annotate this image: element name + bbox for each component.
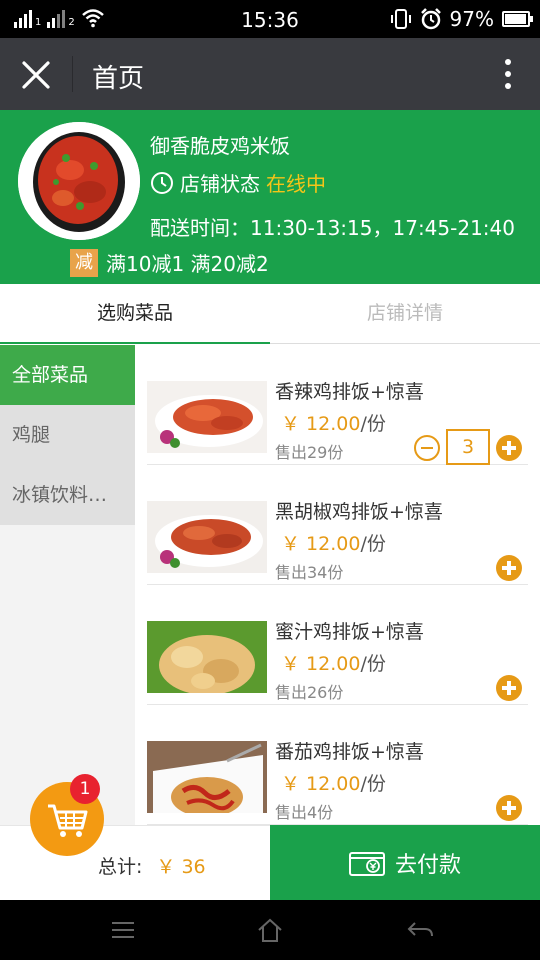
- dish-price: ￥ 12.00/份: [281, 529, 386, 556]
- dish-image: [147, 501, 267, 573]
- plus-icon[interactable]: [496, 555, 522, 581]
- battery-icon: [502, 11, 533, 27]
- dish-price: ￥ 12.00/份: [281, 649, 386, 676]
- menu-icon[interactable]: [108, 915, 138, 945]
- menu-item: 番茄鸡排饭+惊喜 ￥ 12.00/份 售出4份: [147, 705, 528, 825]
- battery-fill: [505, 14, 527, 24]
- sold-count: 售出26份: [275, 683, 344, 702]
- menu-item: 香辣鸡排饭+惊喜 ￥ 12.00/份 售出29份 3: [147, 345, 528, 465]
- category-sidebar: 全部菜品 鸡腿 冰镇饮料…: [0, 345, 135, 825]
- status-right: 97%: [390, 7, 533, 31]
- close-icon[interactable]: [20, 60, 52, 90]
- discount-badge: 减: [70, 248, 98, 277]
- dish-name: 香辣鸡排饭+惊喜: [275, 381, 424, 403]
- delivery-time: 配送时间：11:30-13:15，17:45-21:40: [150, 212, 515, 241]
- total: 总计: ￥ 36: [98, 852, 206, 879]
- tab-menu[interactable]: 选购菜品: [0, 284, 270, 344]
- nav-bar: [0, 900, 540, 960]
- price-unit: /份: [360, 533, 386, 555]
- promo-text: 满10减1 满20减2: [106, 252, 269, 276]
- promo: 减 满10减1 满20减2: [70, 248, 269, 277]
- category-drumstick[interactable]: 鸡腿: [0, 405, 135, 465]
- shop-name: 御香脆皮鸡米饭: [150, 134, 290, 158]
- menu-list: 香辣鸡排饭+惊喜 ￥ 12.00/份 售出29份 3 黑胡椒鸡排饭+惊喜 ￥ 1…: [135, 345, 540, 825]
- price-unit: /份: [360, 413, 386, 435]
- delivery-times: 11:30-13:15，17:45-21:40: [250, 216, 515, 240]
- shop-status-label: 店铺状态: [180, 172, 260, 196]
- sold-count: 售出29份: [275, 443, 344, 462]
- total-amount: ￥ 36: [156, 856, 206, 878]
- minus-icon[interactable]: [414, 435, 440, 461]
- delivery-label: 配送时间：: [150, 216, 250, 240]
- plus-icon[interactable]: [496, 795, 522, 821]
- menu-item: 蜜汁鸡排饭+惊喜 ￥ 12.00/份 售出26份: [147, 585, 528, 705]
- shop-status: 店铺状态 在线中: [150, 168, 326, 197]
- title-divider: [72, 56, 73, 92]
- price-amount: ￥ 12.00: [281, 533, 361, 555]
- dish-name: 番茄鸡排饭+惊喜: [275, 741, 424, 763]
- dish-image: [147, 381, 267, 453]
- dish-name: 蜜汁鸡排饭+惊喜: [275, 621, 424, 643]
- price-unit: /份: [360, 773, 386, 795]
- cart-button[interactable]: 1: [30, 774, 104, 856]
- dish-price: ￥ 12.00/份: [281, 769, 386, 796]
- total-label: 总计:: [98, 856, 143, 878]
- price-amount: ￥ 12.00: [281, 653, 361, 675]
- shop-logo: [18, 122, 140, 240]
- price-unit: /份: [360, 653, 386, 675]
- alarm-icon: [420, 8, 441, 30]
- more-icon[interactable]: [504, 58, 512, 90]
- sold-count: 售出34份: [275, 563, 344, 582]
- dish-image: [147, 741, 267, 813]
- category-drinks[interactable]: 冰镇饮料…: [0, 465, 135, 525]
- sold-count: 售出4份: [275, 803, 334, 822]
- battery-percent: 97%: [449, 7, 494, 31]
- plus-icon[interactable]: [496, 435, 522, 461]
- page-title: 首页: [92, 64, 145, 94]
- cart-count-badge: 1: [70, 774, 100, 804]
- title-bar: 首页: [0, 38, 540, 110]
- price-amount: ￥ 12.00: [281, 773, 361, 795]
- menu-item: 黑胡椒鸡排饭+惊喜 ￥ 12.00/份 售出34份: [147, 465, 528, 585]
- tab-bar: 选购菜品 店铺详情: [0, 284, 540, 344]
- dish-price: ￥ 12.00/份: [281, 409, 386, 436]
- vibrate-icon: [390, 9, 411, 29]
- shop-header: 御香脆皮鸡米饭 店铺状态 在线中 配送时间：11:30-13:15，17:45-…: [0, 110, 540, 284]
- pay-button[interactable]: 去付款: [270, 825, 540, 900]
- plus-icon[interactable]: [496, 675, 522, 701]
- category-all[interactable]: 全部菜品: [0, 345, 135, 405]
- dish-name: 黑胡椒鸡排饭+惊喜: [275, 501, 443, 523]
- back-icon[interactable]: [405, 915, 435, 945]
- dish-image: [147, 621, 267, 693]
- status-bar: 1 2 15:36 97%: [0, 0, 540, 38]
- shop-logo-image: [18, 122, 140, 240]
- price-amount: ￥ 12.00: [281, 413, 361, 435]
- timer-icon: [151, 171, 173, 194]
- quantity-field[interactable]: 3: [446, 429, 490, 465]
- pay-label: 去付款: [394, 852, 461, 878]
- tab-shop-details[interactable]: 店铺详情: [270, 284, 540, 343]
- shop-status-value: 在线中: [266, 172, 326, 196]
- wallet-icon: [348, 851, 385, 876]
- home-icon[interactable]: [255, 915, 285, 945]
